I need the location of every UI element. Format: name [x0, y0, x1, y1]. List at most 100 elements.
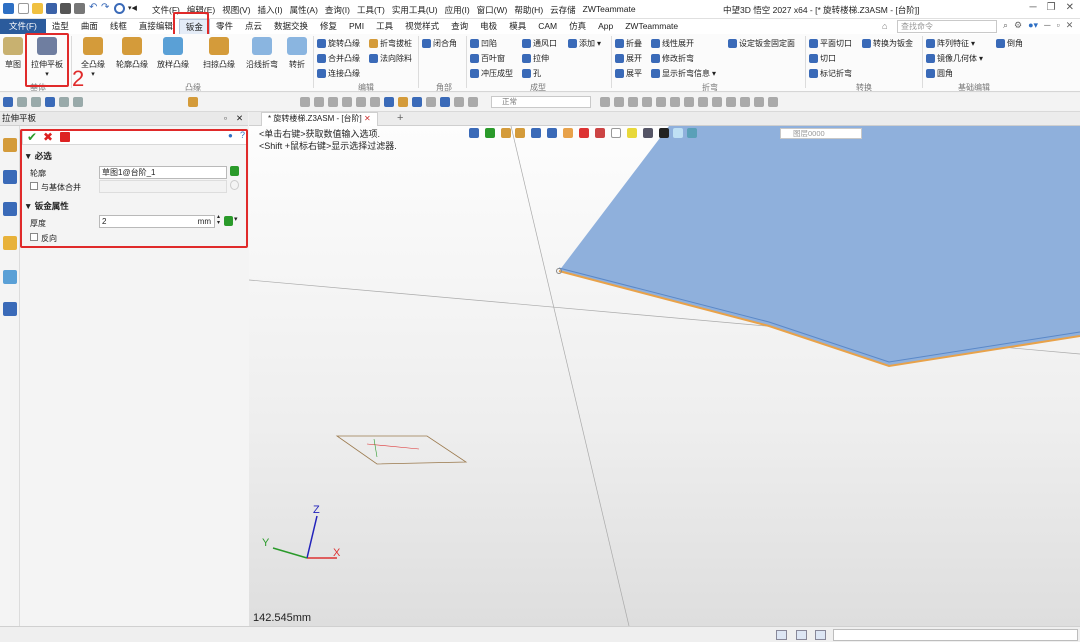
plane-cut-button[interactable]: 平面切口	[809, 38, 852, 49]
set-fixed-face-button[interactable]: 设定钣金固定面	[728, 38, 795, 49]
view-tool-icon[interactable]	[659, 128, 669, 138]
tab-wireframe[interactable]: 线框	[104, 19, 133, 34]
home-icon[interactable]: ⌂	[882, 21, 887, 31]
tab-inquire[interactable]: 查询	[445, 19, 474, 34]
sketch-button[interactable]: 草图	[3, 37, 23, 70]
toolbar-option-icon[interactable]	[754, 97, 764, 107]
user-icon[interactable]	[3, 302, 17, 316]
menu-view[interactable]: 视图(V)	[222, 4, 250, 16]
toolbar-option-icon[interactable]	[454, 97, 464, 107]
toolbar-option-icon[interactable]	[642, 97, 652, 107]
panel-close-icon[interactable]: ✕	[236, 112, 243, 125]
tab-file[interactable]: 文件(F)	[0, 19, 46, 34]
document-tab[interactable]: * 旋转楼梯.Z3ASM - [台阶] ✕	[261, 112, 378, 126]
redo-icon[interactable]: ↷	[101, 3, 112, 14]
menu-insert[interactable]: 插入(I)	[258, 4, 283, 16]
toolbar-option-icon[interactable]	[768, 97, 778, 107]
regen-icon[interactable]	[114, 3, 125, 14]
tab-app[interactable]: App	[592, 19, 619, 34]
toolbar-option-icon[interactable]	[398, 97, 408, 107]
menu-window[interactable]: 窗口(W)	[477, 4, 508, 16]
merge-flange-button[interactable]: 合并凸缘	[317, 53, 360, 64]
modify-bend-button[interactable]: 修改折弯	[651, 53, 694, 64]
vent-button[interactable]: 通风口	[522, 38, 557, 49]
tab-visual-style[interactable]: 视觉样式	[399, 19, 445, 34]
minimize-icon[interactable]: ─	[1030, 2, 1037, 13]
connect-flange-button[interactable]: 连接凸缘	[317, 68, 360, 79]
loft-flange-button[interactable]: 放样凸缘	[155, 37, 191, 70]
toolbar-option-icon[interactable]	[328, 97, 338, 107]
status-input-field[interactable]	[833, 629, 1078, 641]
sheet-plate-face[interactable]	[559, 126, 1080, 366]
toolbar-option-icon[interactable]	[614, 97, 624, 107]
save-all-icon[interactable]	[60, 3, 71, 14]
menu-apps[interactable]: 应用(I)	[445, 4, 470, 16]
3d-viewport[interactable]: X Z Y <单击右键>获取数值输入选项. <Shift +鼠标右键>显示选择过…	[249, 126, 1080, 626]
toolbar-option-icon[interactable]	[670, 97, 680, 107]
toolbar-option-icon[interactable]	[656, 97, 666, 107]
layer-select[interactable]: 图层0000	[780, 128, 862, 139]
linear-unfold-button[interactable]: 线性展开	[651, 38, 694, 49]
status-view-icon[interactable]	[776, 630, 787, 640]
mark-bend-button[interactable]: 标记折弯	[809, 68, 852, 79]
toolbar-option-icon[interactable]	[698, 97, 708, 107]
part-icon[interactable]	[3, 236, 17, 250]
pick-icon[interactable]	[17, 97, 27, 107]
pin-icon[interactable]: ▫	[224, 112, 227, 125]
tab-zwteammate[interactable]: ZWTeammate	[619, 19, 684, 34]
tab-shape[interactable]: 造型	[46, 19, 75, 34]
view-tool-icon[interactable]	[673, 128, 683, 138]
open-file-icon[interactable]	[32, 3, 43, 14]
save-icon[interactable]	[46, 3, 57, 14]
dropdown-arrow-icon[interactable]: ▾	[597, 39, 601, 48]
hole-button[interactable]: 孔	[522, 68, 541, 79]
toolbar-option-icon[interactable]	[468, 97, 478, 107]
toolbar-option-icon[interactable]	[712, 97, 722, 107]
contour-flange-button[interactable]: 轮廓凸缘	[114, 37, 150, 70]
menu-tools[interactable]: 工具(T)	[357, 4, 385, 16]
tab-repair[interactable]: 修复	[314, 19, 343, 34]
cut-button[interactable]: 切口	[809, 53, 836, 64]
unfold-button[interactable]: 展开	[615, 53, 642, 64]
view-tool-icon[interactable]	[611, 128, 621, 138]
help-icon[interactable]: ●▾	[1028, 20, 1038, 31]
bend-relief-button[interactable]: 折弯拔桩	[369, 38, 412, 49]
ribbon-close-icon[interactable]: ✕	[1066, 20, 1074, 31]
undo-icon[interactable]: ↶	[89, 3, 100, 14]
document-tab-close-icon[interactable]: ✕	[364, 114, 371, 123]
toolbar-option-icon[interactable]	[342, 97, 352, 107]
menu-zwteammate[interactable]: ZWTeammate	[583, 4, 636, 16]
toolbar-option-icon[interactable]	[740, 97, 750, 107]
toolbar-option-icon[interactable]	[600, 97, 610, 107]
tab-pmi[interactable]: PMI	[343, 19, 370, 34]
toolbar-option-icon[interactable]	[628, 97, 638, 107]
sweep-flange-button[interactable]: 扫掠凸缘	[200, 37, 238, 70]
menu-cloud[interactable]: 云存储	[550, 4, 576, 16]
filter-icon[interactable]	[31, 97, 41, 107]
louver-button[interactable]: 百叶窗	[470, 53, 505, 64]
show-bend-info-button[interactable]: 显示折弯信息 ▾	[651, 68, 716, 79]
ribbon-restore-icon[interactable]: ▫	[1056, 20, 1059, 31]
print-icon[interactable]	[74, 3, 85, 14]
view-tool-icon[interactable]	[485, 128, 495, 138]
view-select-icon[interactable]	[73, 97, 83, 107]
view-tool-icon[interactable]	[595, 128, 605, 138]
rotate-flange-button[interactable]: 旋转凸缘	[317, 38, 360, 49]
closed-corner-button[interactable]: 闭合角	[422, 38, 457, 49]
snap-icon[interactable]	[45, 97, 55, 107]
dropdown-arrow-icon[interactable]: ▾	[712, 69, 716, 78]
box-select-icon[interactable]	[188, 97, 198, 107]
view-tool-icon[interactable]	[469, 128, 479, 138]
grid-icon[interactable]	[59, 97, 69, 107]
tab-simulation[interactable]: 仿真	[563, 19, 592, 34]
sketch-profile[interactable]	[335, 435, 468, 465]
dropdown-arrow-icon[interactable]: ▾	[979, 54, 983, 63]
status-layout-icon[interactable]	[815, 630, 826, 640]
fold-button[interactable]: 转折	[286, 37, 308, 70]
view-tool-icon[interactable]	[501, 128, 511, 138]
view-tool-icon[interactable]	[515, 128, 525, 138]
menu-inquire[interactable]: 查询(I)	[325, 4, 350, 16]
selection-filter-select[interactable]: 正常	[491, 96, 591, 108]
history-tree-icon[interactable]	[3, 138, 17, 152]
select-icon[interactable]	[3, 97, 13, 107]
